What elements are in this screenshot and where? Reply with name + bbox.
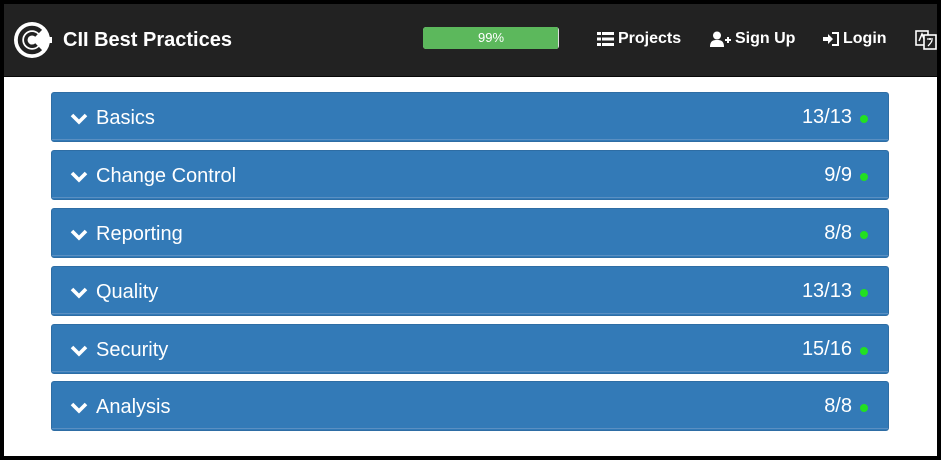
signup-label: Sign Up xyxy=(735,30,796,47)
badge-progress-bar: 99% xyxy=(423,27,559,49)
panel-count: 13/13 xyxy=(801,106,852,128)
signup-link[interactable]: Sign Up xyxy=(710,30,795,48)
panel-title: Security xyxy=(96,339,169,361)
status-dot-icon xyxy=(860,231,868,239)
panel-security[interactable]: Security 15/16 xyxy=(51,324,889,374)
panel-title: Analysis xyxy=(96,396,171,418)
brand[interactable]: CII Best Practices xyxy=(12,20,232,60)
status-dot-icon xyxy=(860,347,868,355)
cii-logo-icon xyxy=(14,22,52,58)
language-icon[interactable] xyxy=(915,30,937,50)
panel-count: 15/16 xyxy=(801,338,852,360)
panel-title: Reporting xyxy=(96,223,183,245)
list-icon xyxy=(597,32,614,46)
panel-count: 13/13 xyxy=(801,280,852,302)
sign-in-icon xyxy=(823,32,839,46)
page-frame: CII Best Practices 99% Projects Sign Up xyxy=(4,4,937,456)
brand-title: CII Best Practices xyxy=(63,28,232,51)
chevron-down-icon xyxy=(70,113,88,125)
panel-title: Basics xyxy=(96,107,155,129)
status-dot-icon xyxy=(860,115,868,123)
panel-count: 9/9 xyxy=(824,164,852,186)
login-link[interactable]: Login xyxy=(823,30,887,48)
panel-basics[interactable]: Basics 13/13 xyxy=(51,92,889,142)
panel-change-control[interactable]: Change Control 9/9 xyxy=(51,150,889,200)
status-dot-icon xyxy=(860,173,868,181)
projects-link[interactable]: Projects xyxy=(597,30,681,48)
login-label: Login xyxy=(843,30,887,47)
status-dot-icon xyxy=(860,404,868,412)
projects-label: Projects xyxy=(618,30,682,47)
chevron-down-icon xyxy=(70,345,88,357)
navbar: CII Best Practices 99% Projects Sign Up xyxy=(4,4,937,77)
panel-quality[interactable]: Quality 13/13 xyxy=(51,266,889,316)
panel-title: Change Control xyxy=(96,165,237,187)
chevron-down-icon xyxy=(70,171,88,183)
panel-count: 8/8 xyxy=(824,222,852,244)
status-dot-icon xyxy=(860,289,868,297)
panel-reporting[interactable]: Reporting 8/8 xyxy=(51,208,889,258)
panel-title: Quality xyxy=(96,281,159,303)
chevron-down-icon xyxy=(70,287,88,299)
panel-count: 8/8 xyxy=(824,395,852,417)
panel-analysis[interactable]: Analysis 8/8 xyxy=(51,381,889,431)
chevron-down-icon xyxy=(70,229,88,241)
progress-label: 99% xyxy=(477,30,505,45)
chevron-down-icon xyxy=(70,402,88,414)
user-plus-icon xyxy=(710,31,731,47)
